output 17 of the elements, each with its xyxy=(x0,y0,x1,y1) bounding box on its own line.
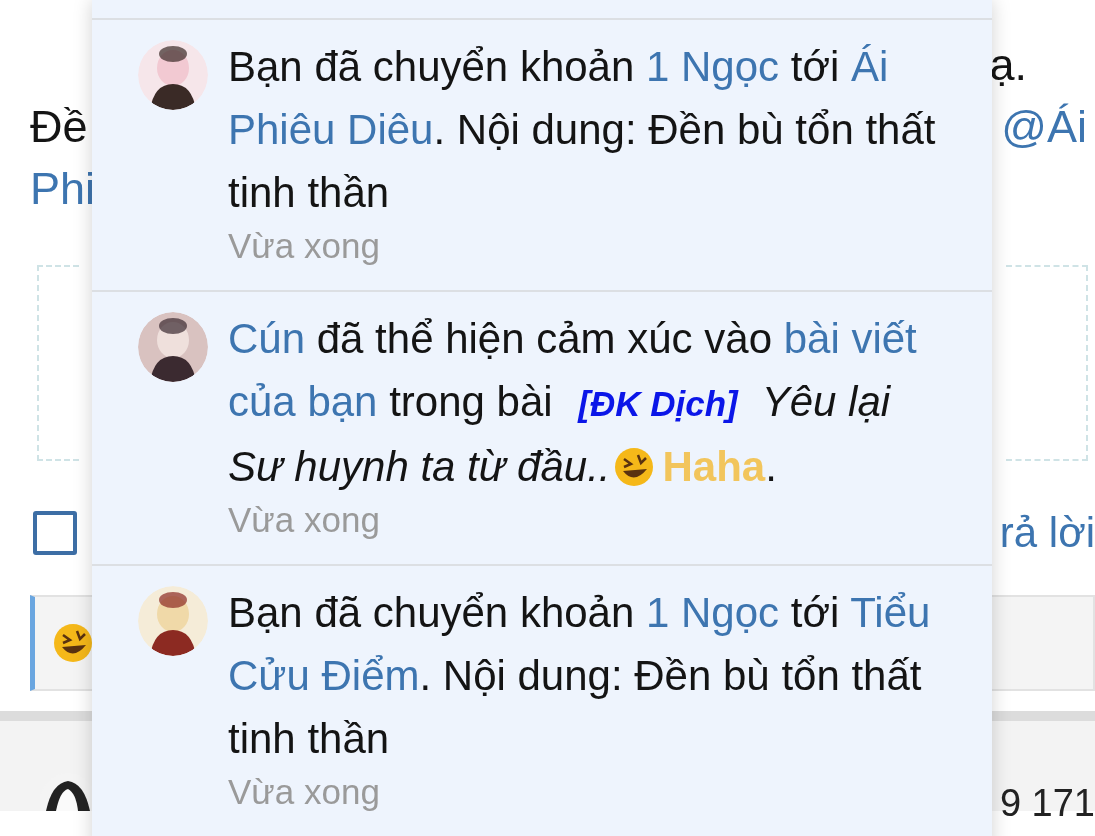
timestamp: Vừa xong xyxy=(228,225,381,267)
notification-text: Bạn đã chuyển khoản 1 Ngọc tới Tiểu Cửu Điểm. Nội dung: Đền bù tổn thất tinh thần xyxy=(228,588,932,764)
checkbox[interactable] xyxy=(33,511,77,555)
timestamp: Vừa xong xyxy=(228,771,381,813)
notification-text: Cún đã thể hiện cảm xúc vào bài viết của bạn trong bài [ĐK Dịch] Yêu lại Sư huynh ta từ đầu.. Haha. xyxy=(228,314,918,492)
mention-link[interactable]: @Ái xyxy=(1001,101,1087,153)
notification-item[interactable]: Bạn đã chuyển khoản 1 Ngọc tới Tiểu Cửu Điểm. Nội dung: Đền bù tổn thất tinh thần Vừa xong xyxy=(92,564,992,836)
reply-link[interactable]: rả lời xyxy=(999,509,1095,557)
notification-item[interactable]: Bạn đã chuyển khoản 1 Ngọc tới Ái Phiêu Diêu. Nội dung: Đền bù tổn thất tinh thần Vừa xong xyxy=(92,18,992,290)
timestamp: Vừa xong xyxy=(228,499,381,541)
notification-text: Bạn đã chuyển khoản 1 Ngọc tới Ái Phiêu Diêu. Nội dung: Đền bù tổn thất tinh thần xyxy=(228,42,937,218)
laughing-emoji-icon xyxy=(614,447,655,487)
body-text: Đề xyxy=(30,101,88,153)
count-text: 9 171 xyxy=(999,782,1095,825)
laughing-emoji-icon xyxy=(53,623,93,663)
body-text: ạ. xyxy=(989,39,1027,91)
notification-item[interactable]: Cún đã thể hiện cảm xúc vào bài viết của bạn trong bài [ĐK Dịch] Yêu lại Sư huynh ta từ đầu.. Haha. Vừa xong xyxy=(92,290,992,564)
